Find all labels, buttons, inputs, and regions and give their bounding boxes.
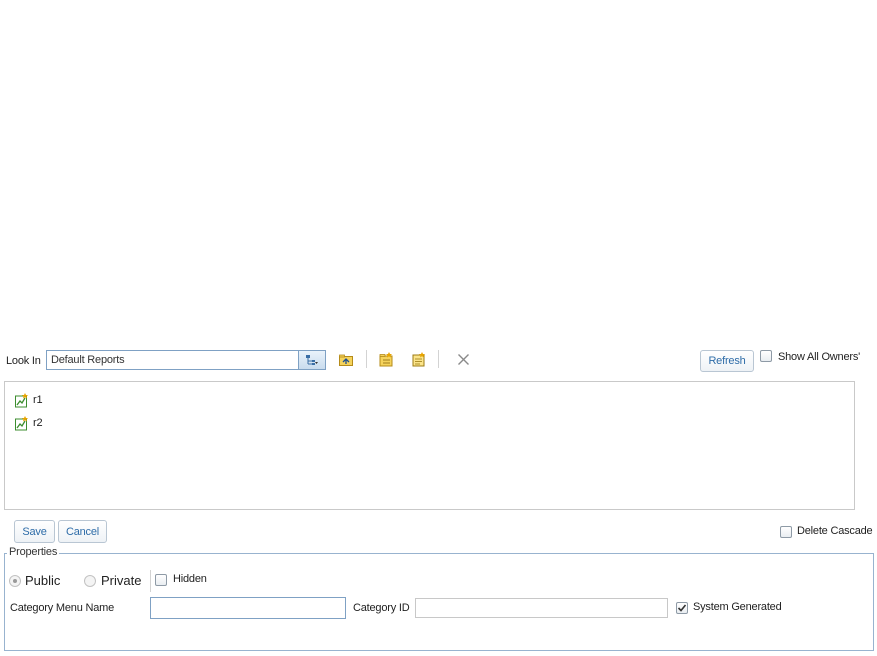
system-generated-label: System Generated <box>693 601 782 613</box>
delete-cascade-label: Delete Cascade <box>797 525 873 537</box>
new-folder-icon[interactable] <box>378 351 394 367</box>
report-icon <box>13 392 29 408</box>
list-item[interactable]: r2 <box>13 415 43 431</box>
system-generated-checkbox[interactable] <box>676 602 688 614</box>
look-in-value: Default Reports <box>51 354 125 366</box>
category-menu-name-input[interactable] <box>150 597 346 619</box>
toolbar-separator <box>366 350 367 368</box>
show-all-owners-checkbox[interactable] <box>760 350 772 362</box>
report-icon <box>13 415 29 431</box>
cancel-button[interactable]: Cancel <box>58 520 107 543</box>
hidden-checkbox[interactable] <box>155 574 167 586</box>
checkmark-icon <box>677 604 687 612</box>
category-menu-name-label: Category Menu Name <box>10 602 115 614</box>
category-id-input[interactable] <box>415 598 668 618</box>
look-in-label: Look In <box>6 355 41 367</box>
delete-cascade-checkbox[interactable] <box>780 526 792 538</box>
hidden-label: Hidden <box>173 573 207 585</box>
properties-legend: Properties <box>7 546 60 558</box>
visibility-separator <box>150 570 151 592</box>
tree-icon <box>304 352 320 368</box>
toolbar-separator <box>438 350 439 368</box>
up-folder-icon[interactable] <box>338 352 354 368</box>
tree-dropdown-button[interactable] <box>298 351 325 369</box>
list-item-label: r2 <box>33 417 43 429</box>
category-id-label: Category ID <box>353 602 410 614</box>
list-item[interactable]: r1 <box>13 392 43 408</box>
public-radio[interactable] <box>9 575 21 587</box>
private-label: Private <box>101 573 142 588</box>
save-button[interactable]: Save <box>14 520 55 543</box>
close-icon[interactable] <box>455 351 471 367</box>
look-in-combo[interactable]: Default Reports <box>46 350 326 370</box>
report-list[interactable]: r1 r2 <box>4 381 855 510</box>
new-report-icon[interactable] <box>410 351 426 367</box>
public-label: Public <box>25 573 61 588</box>
private-radio[interactable] <box>84 575 96 587</box>
refresh-button[interactable]: Refresh <box>700 350 754 372</box>
show-all-owners-label: Show All Owners' <box>778 351 861 363</box>
list-item-label: r1 <box>33 394 43 406</box>
